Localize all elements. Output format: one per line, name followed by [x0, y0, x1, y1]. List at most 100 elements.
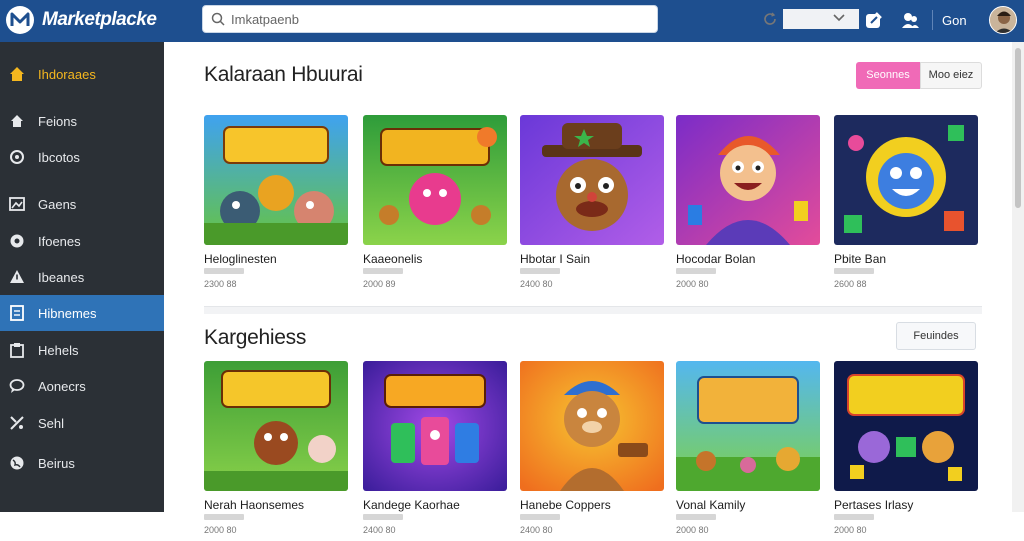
- section-divider: [204, 306, 982, 314]
- game-title[interactable]: Vonal Kamily: [676, 498, 745, 512]
- search-input[interactable]: [231, 10, 531, 28]
- scrollbar-thumb[interactable]: [1015, 48, 1021, 208]
- game-thumbnail: [363, 115, 507, 245]
- game-title[interactable]: Kandege Kaorhae: [363, 498, 460, 512]
- game-card[interactable]: Vonal Kamily 2000 80: [676, 361, 820, 541]
- search-dropdown[interactable]: [783, 9, 859, 29]
- tools-icon: [10, 416, 24, 430]
- game-title[interactable]: Nerah Haonsemes: [204, 498, 304, 512]
- game-thumbnail: [834, 361, 978, 491]
- sidebar-item-ibeanes[interactable]: Ibeanes: [0, 259, 164, 295]
- sidebar: Ihdoraaes Feions Ibcotos Gaens Ifoenes I…: [0, 42, 164, 512]
- chat-icon: [9, 379, 25, 393]
- section-title: Kalaraan Hbuurai: [204, 63, 363, 86]
- avatar[interactable]: [989, 6, 1017, 34]
- game-title[interactable]: Pertases Irlasy: [834, 498, 913, 512]
- game-meta: 2000 80: [834, 525, 867, 535]
- sidebar-item-gaens[interactable]: Gaens: [0, 186, 164, 222]
- game-title[interactable]: Hocodar Bolan: [676, 252, 755, 266]
- sidebar-item-ibcotos[interactable]: Ibcotos: [0, 139, 164, 175]
- sidebar-item-label: Feions: [38, 114, 78, 129]
- game-title[interactable]: Hanebe Coppers: [520, 498, 611, 512]
- game-subtitle: [520, 514, 560, 520]
- game-card[interactable]: Hbotar I Sain 2400 80: [520, 115, 664, 295]
- game-card[interactable]: Pbite Ban 2600 88: [834, 115, 978, 295]
- image-icon: [9, 197, 25, 211]
- logo-icon[interactable]: [6, 6, 34, 34]
- sidebar-item-aonecrs[interactable]: Aonecrs: [0, 368, 164, 404]
- game-title[interactable]: Heloglinesten: [204, 252, 277, 266]
- warning-icon: [10, 270, 24, 283]
- sidebar-item-hehels[interactable]: Hehels: [0, 332, 164, 368]
- circle-info-icon: [10, 150, 24, 164]
- game-meta: 2000 80: [676, 279, 709, 289]
- sidebar-item-ifoenes[interactable]: Ifoenes: [0, 223, 164, 259]
- sidebar-item-label: Aonecrs: [38, 379, 86, 394]
- top-bar: Marketplacke Gon: [0, 0, 1024, 42]
- game-subtitle: [363, 514, 403, 520]
- document-icon: [10, 305, 24, 321]
- refresh-icon[interactable]: [763, 12, 777, 26]
- sidebar-item-label: Ihdoraaes: [38, 67, 96, 82]
- features-button[interactable]: Feuindes: [896, 322, 976, 350]
- secondary-filter-button[interactable]: Moo eiez: [920, 62, 982, 89]
- game-subtitle: [834, 268, 874, 274]
- edit-icon[interactable]: [864, 10, 884, 30]
- sidebar-item-label: Sehl: [38, 416, 65, 431]
- sidebar-item-ihdoraaes[interactable]: Ihdoraaes: [0, 56, 164, 92]
- game-thumbnail: [676, 361, 820, 491]
- game-thumbnail: [204, 115, 348, 245]
- game-subtitle: [204, 268, 244, 274]
- settings-circle-icon: [10, 234, 24, 248]
- search-bar: [202, 5, 859, 33]
- game-thumbnail: [676, 115, 820, 245]
- sidebar-item-label: Hibnemes: [38, 306, 97, 321]
- sidebar-item-feions[interactable]: Feions: [0, 103, 164, 139]
- toolbar-divider: [932, 10, 933, 30]
- clipboard-icon: [10, 343, 24, 358]
- sidebar-item-label: Ibcotos: [38, 150, 80, 165]
- game-subtitle: [204, 514, 244, 520]
- search-icon: [211, 12, 225, 26]
- user-group-icon[interactable]: [900, 10, 920, 30]
- game-subtitle: [676, 268, 716, 274]
- sidebar-item-hibnemes[interactable]: Hibnemes: [0, 295, 164, 331]
- game-meta: 2000 80: [676, 525, 709, 535]
- game-card[interactable]: Heloglinesten 2300 88: [204, 115, 348, 295]
- app-brand[interactable]: Marketplacke: [42, 9, 157, 31]
- game-subtitle: [834, 514, 874, 520]
- sidebar-item-sehl[interactable]: Sehl: [0, 405, 164, 441]
- game-title[interactable]: Pbite Ban: [834, 252, 886, 266]
- game-subtitle: [676, 514, 716, 520]
- chevron-down-icon[interactable]: [833, 14, 845, 22]
- game-title[interactable]: Hbotar I Sain: [520, 252, 590, 266]
- game-card[interactable]: Kaaeonelis 2000 89: [363, 115, 507, 295]
- section-title: Kargehiess: [204, 326, 307, 349]
- game-thumbnail: [834, 115, 978, 245]
- game-card[interactable]: Kandege Kaorhae 2400 80: [363, 361, 507, 541]
- game-card[interactable]: Hanebe Coppers 2400 80: [520, 361, 664, 541]
- sidebar-item-label: Ifoenes: [38, 234, 81, 249]
- sidebar-item-label: Hehels: [38, 343, 79, 358]
- game-subtitle: [363, 268, 403, 274]
- game-meta: 2000 80: [204, 525, 237, 535]
- game-thumbnail: [520, 361, 664, 491]
- sidebar-item-label: Ibeanes: [38, 270, 85, 285]
- game-subtitle: [520, 268, 560, 274]
- home-icon: [11, 115, 23, 127]
- user-name[interactable]: Gon: [942, 13, 967, 28]
- globe-icon: [10, 456, 24, 470]
- game-meta: 2400 80: [520, 525, 553, 535]
- game-card[interactable]: Hocodar Bolan 2000 80: [676, 115, 820, 295]
- sidebar-item-label: Gaens: [38, 197, 77, 212]
- game-title[interactable]: Kaaeonelis: [363, 252, 422, 266]
- game-meta: 2400 80: [520, 279, 553, 289]
- primary-filter-button[interactable]: Seonnes: [856, 62, 920, 89]
- game-meta: 2000 89: [363, 279, 396, 289]
- game-card[interactable]: Pertases Irlasy 2000 80: [834, 361, 978, 541]
- game-thumbnail: [204, 361, 348, 491]
- game-card[interactable]: Nerah Haonsemes 2000 80: [204, 361, 348, 541]
- game-thumbnail: [520, 115, 664, 245]
- sidebar-item-beirus[interactable]: Beirus: [0, 445, 164, 481]
- game-meta: 2600 88: [834, 279, 867, 289]
